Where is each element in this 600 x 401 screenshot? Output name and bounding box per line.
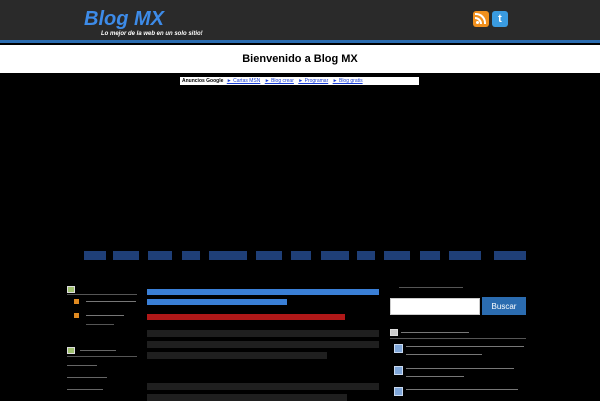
ads-link-programar[interactable]: ► Programar [298, 78, 328, 84]
sidebar-link[interactable] [86, 301, 136, 302]
nav-item[interactable] [494, 251, 526, 260]
sidebar-link[interactable] [67, 377, 107, 378]
ads-link-blog-crear[interactable]: ► Blog crear [265, 78, 294, 84]
ads-link-bar: Anuncios Google ► Cartas MSN ► Blog crea… [180, 77, 419, 85]
nav-item[interactable] [291, 251, 311, 260]
twitter-bird-icon[interactable]: t [492, 11, 508, 27]
sidebar-link[interactable] [86, 324, 114, 325]
recent-post-link[interactable] [406, 389, 518, 390]
divider [390, 338, 526, 339]
post-text-line [147, 341, 379, 348]
ads-label: Anuncios Google [182, 78, 224, 84]
sidebar-link[interactable] [86, 315, 124, 316]
ads-link-cartas-msn[interactable]: ► Cartas MSN [227, 78, 261, 84]
nav-item[interactable] [182, 251, 200, 260]
widget-title [80, 350, 116, 351]
post-thumbnail-icon[interactable] [394, 366, 403, 375]
post-thumbnail-icon[interactable] [394, 344, 403, 353]
search-widget-title [399, 287, 463, 288]
divider [67, 356, 137, 357]
welcome-banner: Bienvenido a Blog MX [0, 45, 600, 73]
recent-post-link[interactable] [406, 346, 524, 347]
sidebar-link[interactable] [67, 389, 103, 390]
ads-link-blog-gratis[interactable]: ► Blog gratis [333, 78, 363, 84]
recent-post-link[interactable] [406, 354, 482, 355]
nav-item[interactable] [84, 251, 106, 260]
site-logo[interactable]: Blog MX [84, 8, 164, 31]
search-input[interactable] [390, 298, 480, 315]
nav-item[interactable] [148, 251, 172, 260]
sidebar-item-icon [74, 299, 79, 304]
post-title[interactable] [147, 289, 379, 295]
widget-icon [390, 329, 398, 336]
welcome-text: Bienvenido a Blog MX [242, 53, 358, 65]
post-text-line [147, 383, 379, 390]
nav-item[interactable] [384, 251, 410, 260]
sidebar-link[interactable] [67, 365, 97, 366]
header-accent-line [0, 40, 600, 43]
divider [67, 294, 137, 295]
rss-feed-icon[interactable] [473, 11, 489, 27]
nav-item[interactable] [449, 251, 481, 260]
widget-title [401, 332, 469, 333]
post-title[interactable] [147, 299, 287, 305]
widget-icon [67, 286, 75, 293]
widget-icon [67, 347, 75, 354]
search-button[interactable]: Buscar [482, 297, 526, 315]
recent-post-link[interactable] [406, 376, 464, 377]
post-meta [147, 314, 345, 320]
nav-item[interactable] [357, 251, 375, 260]
nav-item[interactable] [209, 251, 247, 260]
nav-item[interactable] [420, 251, 440, 260]
recent-post-link[interactable] [406, 368, 514, 369]
site-tagline: Lo mejor de la web en un solo sitio! [101, 31, 203, 37]
post-text-line [147, 352, 327, 359]
nav-item[interactable] [321, 251, 349, 260]
sidebar-item-icon [74, 313, 79, 318]
nav-item[interactable] [256, 251, 282, 260]
post-thumbnail-icon[interactable] [394, 387, 403, 396]
post-text-line [147, 330, 379, 337]
nav-item[interactable] [113, 251, 139, 260]
